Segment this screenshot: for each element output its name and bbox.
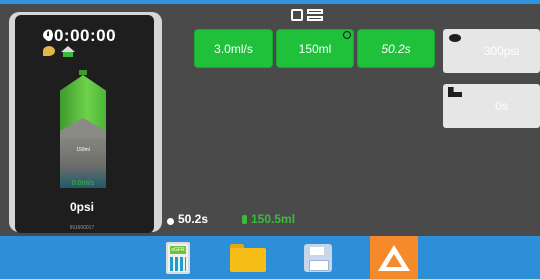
serial-number: IN1600017 [69,225,95,231]
elapsed-time: 50.2s [178,212,209,226]
save-protocol-button[interactable] [298,236,338,279]
home-icon [61,46,75,57]
injected-volume: 150.5ml [251,212,296,226]
bed-icon[interactable] [291,7,327,23]
status-icons [43,46,75,57]
syringe-graphic: 150ml [60,70,106,188]
save-icon [304,243,332,272]
folder-icon [230,243,266,272]
alert-button[interactable] [370,236,418,279]
calculator-label: eGFR [170,245,186,254]
syringe-volume-label: 150ml [76,147,90,153]
delay-button[interactable]: 0s [443,84,540,128]
phase-clock-icon [343,31,351,39]
syringe-flow-label: 0.0ml/s [71,180,95,187]
calculator-icon: eGFR [166,241,190,274]
taskbar [0,236,540,279]
delay-value: 0s [495,99,508,113]
elapsed-clock-icon [167,218,174,225]
pressure-gauge-icon [449,34,461,42]
volume-drop-icon [242,215,247,224]
drop-icon [43,46,55,56]
syringe-tip [79,70,87,75]
pressure-readout: 0psi [69,200,94,214]
phase-flow-button[interactable]: 3.0ml/s [194,29,273,68]
pressure-limit-button[interactable]: 300psi [443,29,540,73]
delay-icon [448,87,462,97]
alert-icon [378,244,410,271]
open-protocol-button[interactable] [228,236,268,279]
phase-duration-button[interactable]: 50.2s [357,29,435,68]
pressure-limit-value: 300psi [483,44,520,58]
injection-timer: 00:00:00 [44,26,117,45]
egfr-calculator-button[interactable]: eGFR [158,236,198,279]
